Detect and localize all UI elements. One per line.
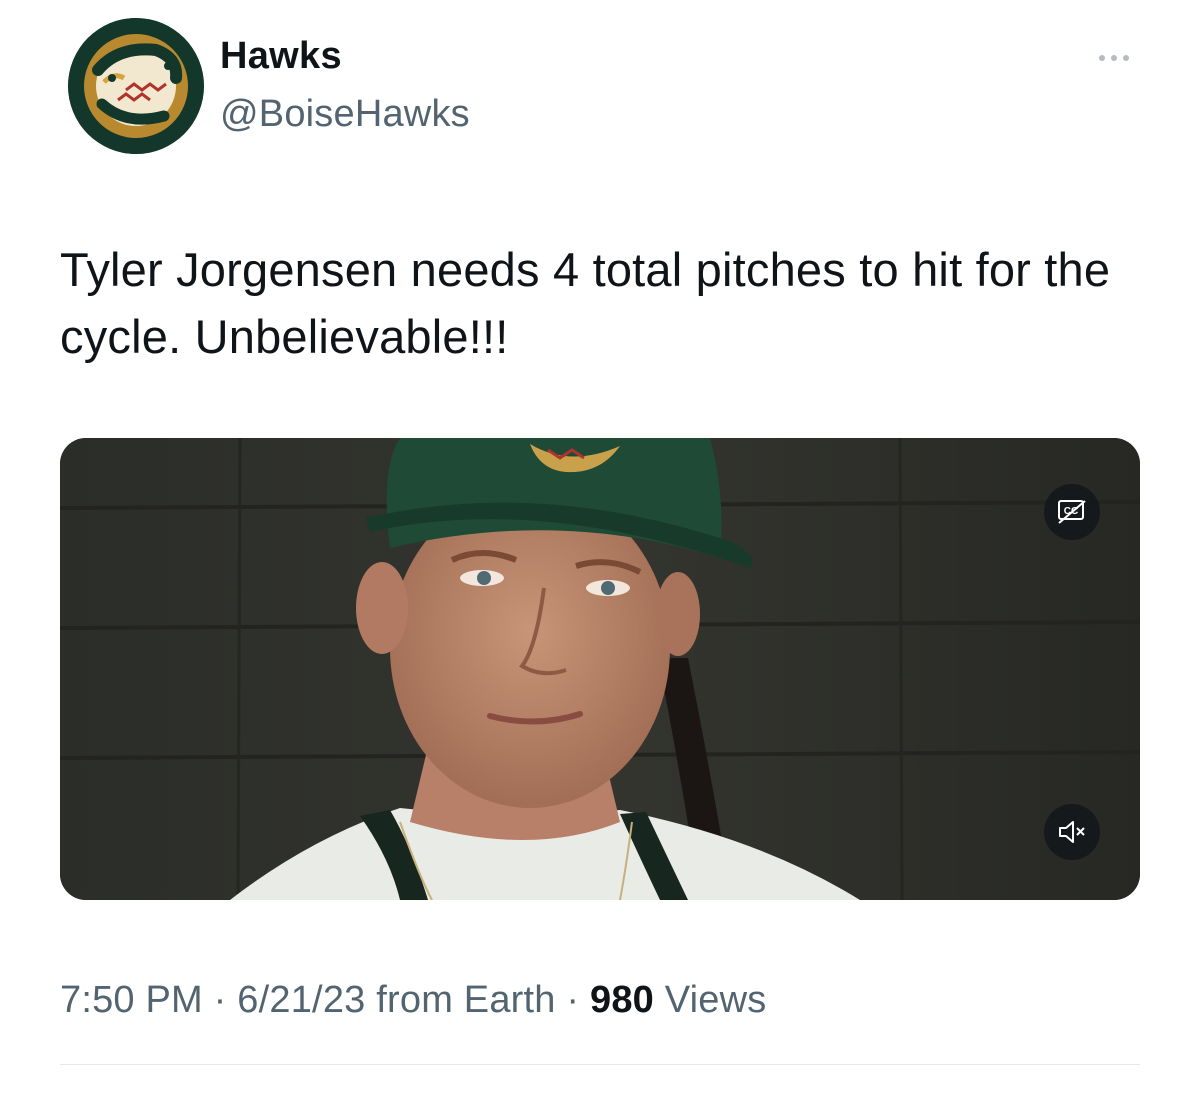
mute-toggle-button[interactable] [1044,804,1100,860]
author-names: Hawks @BoiseHawks [220,34,470,136]
tweet-time[interactable]: 7:50 PM [60,979,203,1021]
tweet-card: Hawks @BoiseHawks Tyler Jorgensen needs … [0,0,1200,1095]
views-label: Views [654,979,767,1021]
video-thumbnail [60,438,1140,900]
divider [60,1064,1140,1065]
closed-captions-button[interactable]: CC [1044,484,1100,540]
meta-separator: · [202,979,238,1021]
more-options-button[interactable] [1090,44,1138,72]
tweet-source: from Earth [365,979,556,1021]
boise-hawks-logo-icon [68,18,204,154]
author-display-name[interactable]: Hawks [220,34,470,78]
more-horizontal-icon [1123,55,1129,61]
author-handle[interactable]: @BoiseHawks [220,92,470,136]
more-horizontal-icon [1111,55,1117,61]
more-horizontal-icon [1099,55,1105,61]
meta-separator: · [555,979,590,1021]
closed-captions-icon: CC [1058,500,1086,524]
muted-speaker-icon [1059,821,1085,843]
tweet-text: Tyler Jorgensen needs 4 total pitches to… [60,243,1111,363]
tweet-date[interactable]: 6/21/23 [237,979,365,1021]
tweet-video[interactable]: CC [60,438,1140,900]
tweet-meta: 7:50 PM · 6/21/23 from Earth · 980 Views [60,976,766,1024]
views-count: 980 [590,979,655,1021]
author-avatar[interactable] [68,18,204,154]
